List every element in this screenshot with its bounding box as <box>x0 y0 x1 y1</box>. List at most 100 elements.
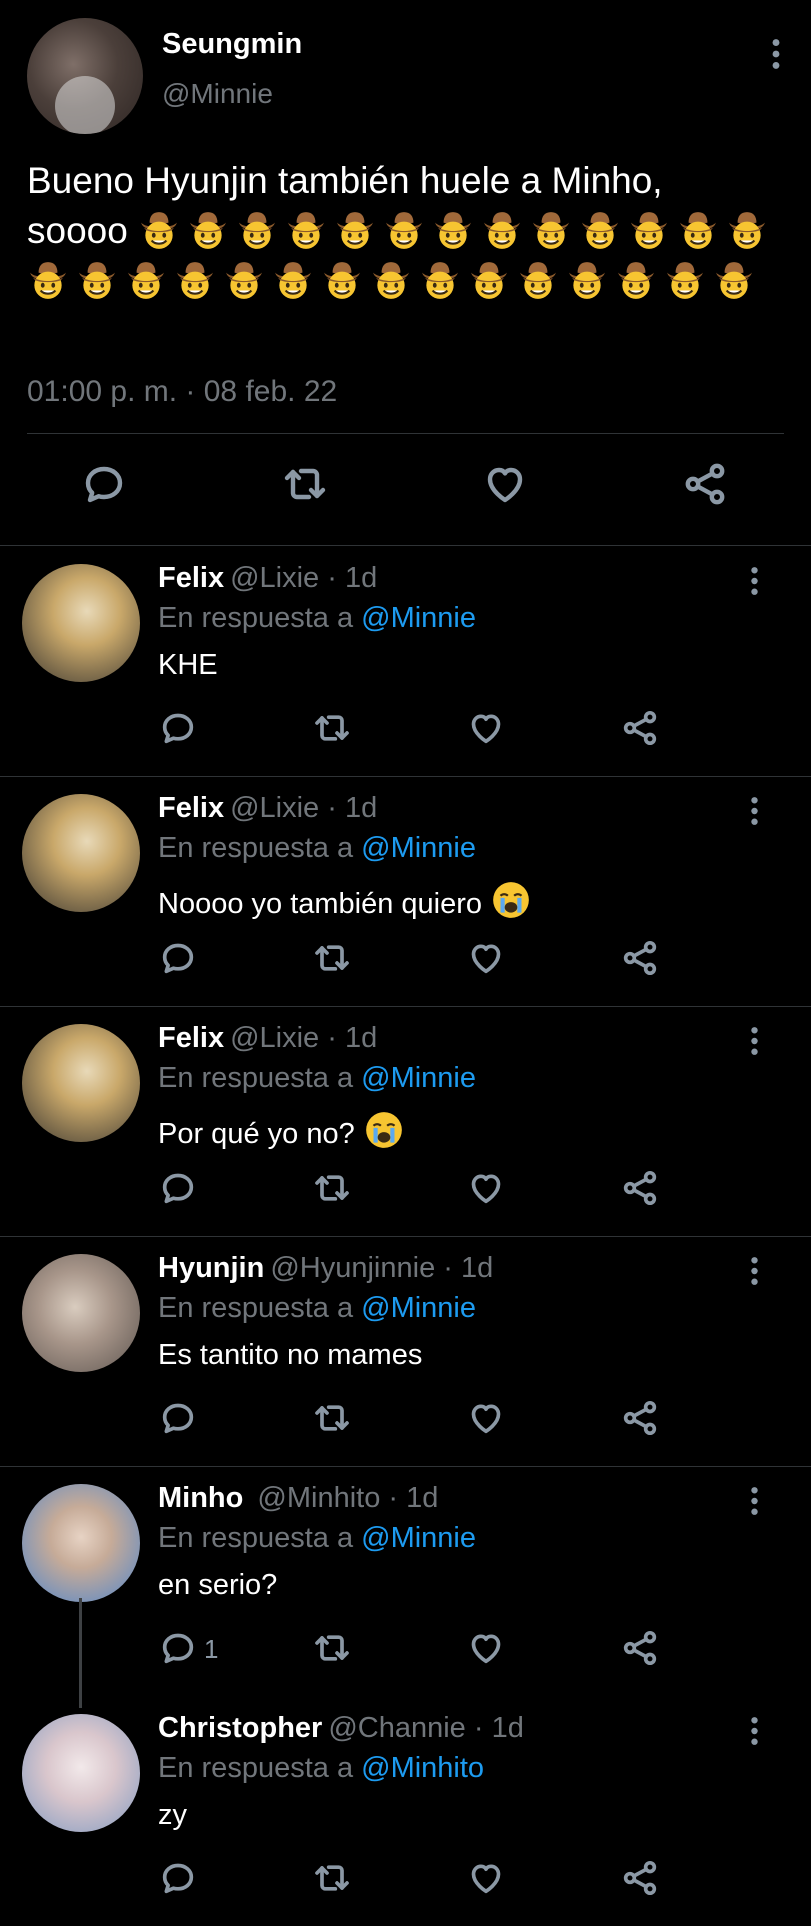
reply-icon[interactable] <box>158 1168 198 1208</box>
author-handle[interactable]: @Hyunjinnie <box>270 1252 435 1284</box>
more-options-icon[interactable] <box>750 566 759 596</box>
cowboy-hat-face-icon <box>615 259 657 301</box>
mention-link[interactable]: @Minhito <box>361 1752 484 1784</box>
cowboy-hat-face-icon <box>174 259 216 301</box>
reply-icon[interactable] <box>80 460 128 508</box>
tweet-text-line2: soooo <box>27 210 128 251</box>
author-handle[interactable]: @Lixie <box>230 792 319 824</box>
author-name[interactable]: Felix <box>158 562 224 594</box>
reply-tweet[interactable]: Hyunjin @Hyunjinnie · 1d En respuesta a @… <box>0 1236 811 1467</box>
avatar[interactable] <box>22 1254 140 1372</box>
author-name[interactable]: Seungmin <box>162 28 302 61</box>
author-name[interactable]: Minho <box>158 1482 243 1514</box>
reply-actions <box>158 1858 678 1904</box>
reply-tweet[interactable]: Minho @Minhito · 1d En respuesta a @Minn… <box>0 1466 811 1696</box>
more-options-icon[interactable] <box>750 1486 759 1516</box>
author-handle[interactable]: @Lixie <box>230 562 319 594</box>
cowboy-hat-face-icon <box>223 259 265 301</box>
avatar[interactable] <box>22 794 140 912</box>
cowboy-hat-face-icon <box>236 209 278 251</box>
reply-icon[interactable] <box>158 1858 198 1898</box>
cowboy-hat-face-icon <box>138 209 180 251</box>
author-handle[interactable]: @Minnie <box>162 78 273 110</box>
author-name[interactable]: Christopher <box>158 1712 322 1744</box>
reply-actions <box>158 708 678 754</box>
like-icon[interactable] <box>466 1398 506 1438</box>
like-icon[interactable] <box>466 1168 506 1208</box>
reply-icon[interactable] <box>158 708 198 748</box>
mention-link[interactable]: @Minnie <box>361 832 476 864</box>
mention-link[interactable]: @Minnie <box>361 602 476 634</box>
like-icon[interactable] <box>481 460 529 508</box>
reply-actions <box>158 1398 678 1444</box>
share-icon[interactable] <box>620 1858 660 1898</box>
like-icon[interactable] <box>466 938 506 978</box>
share-icon[interactable] <box>620 1168 660 1208</box>
share-icon[interactable] <box>620 938 660 978</box>
share-icon[interactable] <box>620 1628 660 1668</box>
reply-tweet[interactable]: Felix @Lixie · 1d En respuesta a @Minnie … <box>0 1006 811 1237</box>
more-options-icon[interactable] <box>750 1716 759 1746</box>
like-icon[interactable] <box>466 1858 506 1898</box>
more-options-icon[interactable] <box>750 796 759 826</box>
reply-time: · 1d <box>443 1252 494 1284</box>
thread-connector-line <box>79 1598 82 1708</box>
reply-icon[interactable] <box>158 1628 198 1668</box>
avatar[interactable] <box>22 1024 140 1142</box>
more-options-icon[interactable] <box>771 38 781 70</box>
author-handle[interactable]: @Lixie <box>230 1022 319 1054</box>
avatar[interactable] <box>27 18 143 134</box>
reply-tweet[interactable]: Felix @Lixie · 1d En respuesta a @Minnie … <box>0 776 811 1007</box>
reply-time: · 1d <box>327 1022 378 1054</box>
cowboy-hat-face-icon <box>726 209 768 251</box>
retweet-icon[interactable] <box>312 1628 352 1668</box>
more-options-icon[interactable] <box>750 1256 759 1286</box>
avatar[interactable] <box>22 1714 140 1832</box>
cowboy-hat-face-icon <box>432 209 474 251</box>
cowboy-hat-face-icon <box>187 209 229 251</box>
share-icon[interactable] <box>620 708 660 748</box>
retweet-icon[interactable] <box>312 708 352 748</box>
tweet-text-line1: Bueno Hyunjin también huele a Minho, <box>27 160 663 201</box>
tweet-actions <box>0 460 811 520</box>
reply-tweet[interactable]: Christopher @Channie · 1d En respuesta a … <box>0 1696 811 1926</box>
author-name[interactable]: Felix <box>158 1022 224 1054</box>
like-icon[interactable] <box>466 1628 506 1668</box>
share-icon[interactable] <box>681 460 729 508</box>
tweet-timestamp[interactable]: 01:00 p. m. · 08 feb. 22 <box>27 375 337 409</box>
reply-count: 1 <box>204 1634 219 1664</box>
retweet-icon[interactable] <box>281 460 329 508</box>
crying-face-icon <box>363 1109 405 1151</box>
author-name[interactable]: Hyunjin <box>158 1252 264 1284</box>
cowboy-hat-face-icon <box>530 209 572 251</box>
cowboy-hat-face-icon <box>272 259 314 301</box>
cowboy-hat-face-icon <box>677 209 719 251</box>
mention-link[interactable]: @Minnie <box>361 1292 476 1324</box>
reply-tweet[interactable]: Felix @Lixie · 1d En respuesta a @Minnie … <box>0 546 811 777</box>
reply-time: · 1d <box>327 562 378 594</box>
retweet-icon[interactable] <box>312 1398 352 1438</box>
reply-time: · 1d <box>473 1712 524 1744</box>
retweet-icon[interactable] <box>312 1858 352 1898</box>
reply-icon[interactable] <box>158 938 198 978</box>
retweet-icon[interactable] <box>312 938 352 978</box>
cowboy-hat-face-icon <box>125 259 167 301</box>
avatar[interactable] <box>22 564 140 682</box>
retweet-icon[interactable] <box>312 1168 352 1208</box>
reply-text: en serio? <box>158 1569 278 1601</box>
reply-prefix: En respuesta a <box>158 1752 354 1784</box>
cowboy-hat-face-icon <box>481 209 523 251</box>
author-handle[interactable]: @Minhito <box>257 1482 380 1514</box>
cowboy-hat-face-icon <box>713 259 755 301</box>
share-icon[interactable] <box>620 1398 660 1438</box>
cowboy-hat-face-icon <box>383 209 425 251</box>
reply-prefix: En respuesta a <box>158 832 354 864</box>
author-name[interactable]: Felix <box>158 792 224 824</box>
reply-icon[interactable] <box>158 1398 198 1438</box>
more-options-icon[interactable] <box>750 1026 759 1056</box>
mention-link[interactable]: @Minnie <box>361 1522 476 1554</box>
author-handle[interactable]: @Channie <box>328 1712 465 1744</box>
like-icon[interactable] <box>466 708 506 748</box>
avatar[interactable] <box>22 1484 140 1602</box>
mention-link[interactable]: @Minnie <box>361 1062 476 1094</box>
